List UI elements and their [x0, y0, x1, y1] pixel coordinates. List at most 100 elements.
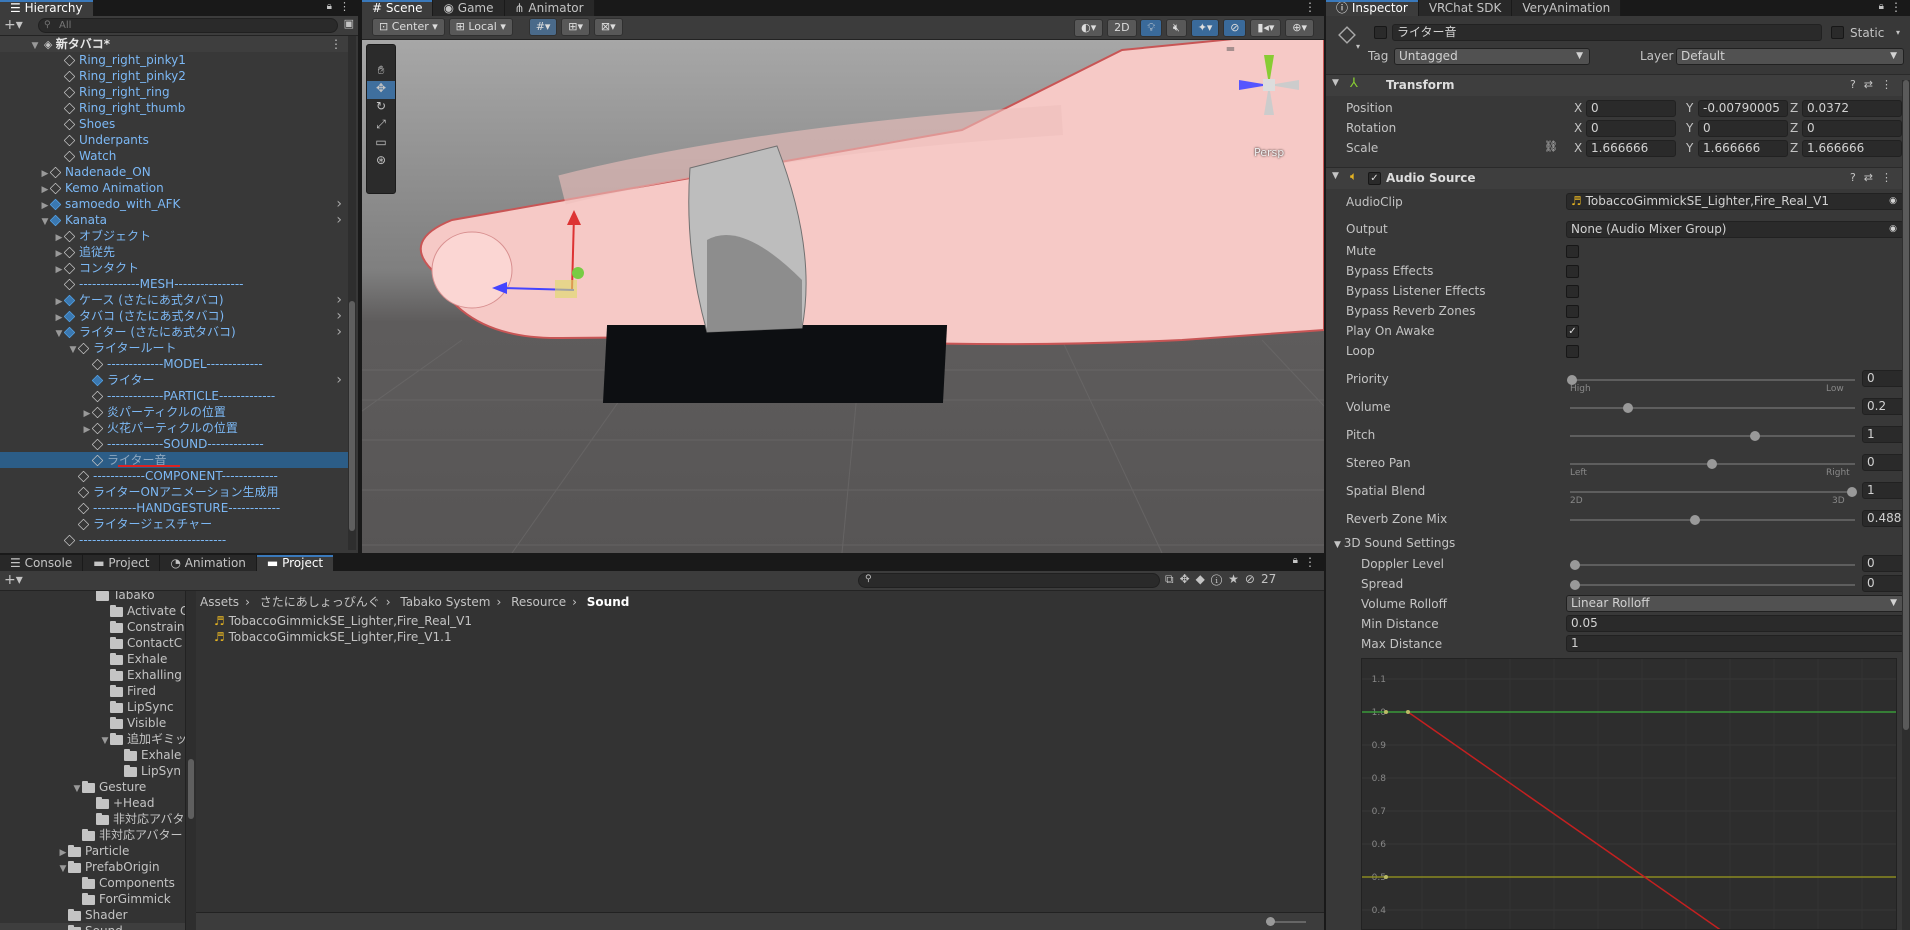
- folder-tree-item[interactable]: ▼追加ギミック: [0, 731, 185, 747]
- open-prefab-icon[interactable]: ›: [336, 372, 342, 388]
- folder-tree-item[interactable]: LipSyn: [0, 763, 185, 779]
- scale-x-field[interactable]: 1.666666: [1586, 140, 1676, 157]
- hidden-objects-button[interactable]: ⊘: [1223, 19, 1247, 37]
- project-tree-scroll-thumb[interactable]: [188, 759, 194, 819]
- hierarchy-row[interactable]: ▶ ケース (さたにあ式タバコ) ›: [0, 292, 348, 308]
- object-picker-icon[interactable]: ◉: [1889, 194, 1897, 209]
- tab-project[interactable]: ▬ Project: [83, 555, 161, 571]
- folder-tree-item[interactable]: Tabako: [0, 591, 185, 603]
- help-icon[interactable]: ?: [1850, 78, 1864, 91]
- inspector-scroll-thumb[interactable]: [1903, 80, 1909, 730]
- hierarchy-row[interactable]: Ring_right_thumb: [0, 100, 348, 116]
- audio-source-header[interactable]: ▼ 🔈︎ ✓ Audio Source ?⇄⋮: [1326, 167, 1910, 189]
- spread-slider-knob[interactable]: [1570, 580, 1580, 590]
- toggle-checkbox[interactable]: [1566, 245, 1579, 258]
- hierarchy-row[interactable]: Ring_right_pinky1: [0, 52, 348, 68]
- inspector-menu-icon[interactable]: ⋮: [1890, 0, 1902, 14]
- audio-enabled-checkbox[interactable]: ✓: [1368, 172, 1381, 185]
- slider-track[interactable]: [1570, 431, 1855, 441]
- rotation-y-field[interactable]: 0: [1698, 120, 1788, 137]
- hierarchy-row[interactable]: -------------MODEL-------------: [0, 356, 348, 372]
- hierarchy-row[interactable]: ▶ samoedo_with_AFK ›: [0, 196, 348, 212]
- folder-tree-item[interactable]: ▼ Gesture: [0, 779, 185, 795]
- static-checkbox[interactable]: [1831, 26, 1844, 39]
- hierarchy-row[interactable]: ▶ コンタクト: [0, 260, 348, 276]
- hierarchy-row[interactable]: ▶ タバコ (さたにあ式タバコ) ›: [0, 308, 348, 324]
- folder-tree-item[interactable]: Activate C: [0, 603, 185, 619]
- axis-y-label[interactable]: Y: [1686, 101, 1693, 115]
- axis-x-label[interactable]: X: [1574, 101, 1582, 115]
- hierarchy-row[interactable]: ▶ 追従先: [0, 244, 348, 260]
- grid-snap-button[interactable]: #▾: [528, 18, 558, 36]
- collapse-arrow-icon[interactable]: ▼: [1334, 540, 1344, 550]
- scale-tool-icon[interactable]: ⤢: [367, 117, 395, 135]
- effects-button[interactable]: ✦▾: [1190, 19, 1220, 37]
- breadcrumb-assets[interactable]: Assets: [200, 595, 239, 609]
- layer-dropdown[interactable]: Default ▼: [1676, 48, 1904, 65]
- preset-icon[interactable]: ⇄: [1864, 78, 1881, 91]
- static-dropdown-icon[interactable]: ▾: [1896, 28, 1900, 37]
- search-by-type-icon[interactable]: ⧉: [1165, 572, 1180, 586]
- hand-tool-icon[interactable]: ✋︎: [367, 63, 395, 81]
- folder-tree-item[interactable]: Sound: [0, 923, 185, 930]
- add-icon[interactable]: +▾: [4, 17, 23, 33]
- folder-tree-item[interactable]: 非対応アバター: [0, 811, 185, 827]
- hierarchy-scrollbar[interactable]: [348, 36, 356, 550]
- hierarchy-row[interactable]: Shoes: [0, 116, 348, 132]
- hierarchy-row[interactable]: Watch: [0, 148, 348, 164]
- folder-tree-item[interactable]: Fired: [0, 683, 185, 699]
- favorite-star-icon[interactable]: ★: [1228, 572, 1245, 586]
- tag-dropdown[interactable]: Untagged ▼: [1394, 48, 1590, 65]
- transform-tool-icon[interactable]: ⊛: [367, 153, 395, 171]
- hierarchy-row[interactable]: ▶ 火花パーティクルの位置: [0, 420, 348, 436]
- output-field[interactable]: None (Audio Mixer Group) ◉: [1566, 221, 1904, 238]
- hierarchy-row[interactable]: ------------COMPONENT-------------: [0, 468, 348, 484]
- tab-animation[interactable]: ◔ Animation: [160, 555, 257, 571]
- folder-tree-item[interactable]: Exhale: [0, 747, 185, 763]
- scene-menu-icon[interactable]: ⋮: [330, 36, 342, 52]
- folder-tree-item[interactable]: +Head: [0, 795, 185, 811]
- rect-tool-icon[interactable]: ▭: [367, 135, 395, 153]
- open-prefab-icon[interactable]: ›: [336, 324, 342, 340]
- axis-y-label[interactable]: Y: [1686, 121, 1693, 135]
- scale-y-field[interactable]: 1.666666: [1698, 140, 1788, 157]
- project-search-input[interactable]: ⚲: [858, 573, 1160, 588]
- toggle-checkbox[interactable]: [1566, 345, 1579, 358]
- tab-game[interactable]: ◉ Game: [433, 0, 505, 16]
- folder-tree-item[interactable]: 非対応アバター: [0, 827, 185, 843]
- tab-vrchat-sdk[interactable]: VRChat SDK: [1418, 0, 1513, 16]
- rotate-tool-icon[interactable]: ↻: [367, 99, 395, 117]
- scene-root-row[interactable]: ▼ ◈ 新タバコ* ⋮: [0, 36, 350, 52]
- hierarchy-row[interactable]: ライタージェスチャー: [0, 516, 348, 532]
- axis-x-label[interactable]: X: [1574, 141, 1582, 155]
- position-x-field[interactable]: 0: [1586, 100, 1676, 117]
- hierarchy-row[interactable]: Underpants: [0, 132, 348, 148]
- overlay-menu-icon[interactable]: ═: [1227, 42, 1234, 56]
- folder-tree-item[interactable]: ▶ Particle: [0, 843, 185, 859]
- icon-size-slider-knob[interactable]: [1266, 917, 1275, 926]
- camera-button[interactable]: ▮◂▾: [1250, 19, 1282, 37]
- create-icon[interactable]: +▾: [4, 572, 23, 588]
- hierarchy-scroll-thumb[interactable]: [349, 301, 355, 531]
- breadcrumb-sound[interactable]: Sound: [587, 595, 630, 609]
- preset-icon[interactable]: ⇄: [1864, 171, 1881, 184]
- hierarchy-row[interactable]: ----------HANDGESTURE------------: [0, 500, 348, 516]
- search-by-label-icon[interactable]: ✥: [1180, 572, 1196, 586]
- max-distance-field[interactable]: 1: [1566, 635, 1904, 652]
- object-picker-icon[interactable]: ◉: [1889, 222, 1897, 237]
- hierarchy-row[interactable]: ▼ ライタールート: [0, 340, 348, 356]
- sound3d-foldout[interactable]: ▼ 3D Sound Settings: [1334, 536, 1455, 550]
- view-gizmo[interactable]: Persp: [1234, 50, 1304, 159]
- tab-hierarchy[interactable]: ☰ Hierarchy: [0, 0, 94, 16]
- folder-tree-item[interactable]: ▼ PrefabOrigin: [0, 859, 185, 875]
- folder-tree-item[interactable]: Exhalling: [0, 667, 185, 683]
- hierarchy-row[interactable]: ▼ Kanata ›: [0, 212, 348, 228]
- open-prefab-icon[interactable]: ›: [336, 308, 342, 324]
- transform-header[interactable]: ▼ ⅄ Transform ?⇄⋮: [1326, 74, 1910, 96]
- hierarchy-row[interactable]: ▶ Nadenade_ON: [0, 164, 348, 180]
- tab-veryanimation[interactable]: VeryAnimation: [1512, 0, 1622, 16]
- slider-track[interactable]: [1570, 515, 1855, 525]
- rotation-x-field[interactable]: 0: [1586, 120, 1676, 137]
- search-options-icon[interactable]: ▣: [344, 17, 354, 30]
- audio-toggle-button[interactable]: 🔇︎: [1165, 19, 1187, 37]
